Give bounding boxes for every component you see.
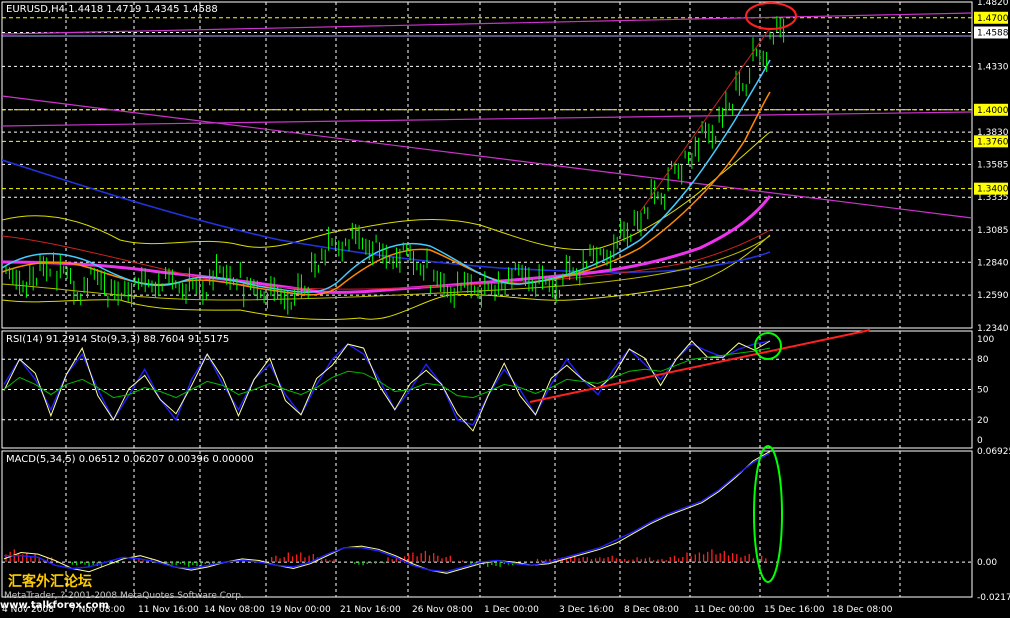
macd-panel-frame: [1, 450, 973, 598]
price-grid: [2, 1, 972, 329]
time-tick-label: 18 Dec 08:00: [832, 605, 893, 615]
rsi-peak-circle: [754, 332, 782, 360]
macd-line: [3, 451, 771, 574]
time-tick-label: 8 Dec 08:00: [624, 605, 679, 615]
price-tick-label: 1.4820: [977, 0, 1009, 8]
current-price-label: 1.4588: [977, 28, 1009, 38]
oscillator-tick-label: 50: [977, 386, 989, 396]
price-tick-label: 1.2840: [977, 258, 1009, 268]
time-tick-label: 3 Dec 16:00: [559, 605, 614, 615]
price-tick-label: 1.3335: [977, 193, 1009, 203]
price-panel-title: EURUSD,H4 1.4418 1.4719 1.4345 1.4588: [6, 4, 218, 15]
oscillator-tick-label: 80: [977, 355, 989, 365]
price-tick-label: 1.2590: [977, 291, 1009, 301]
watermark-chinese: 汇客外汇论坛: [8, 573, 92, 590]
rsi-line: [3, 340, 771, 426]
rsi-support-trend-line: [529, 329, 871, 403]
price-level-lines: [2, 17, 972, 190]
macd-panel-title: MACD(5,34,5) 0.06512 0.06207 0.00396 0.0…: [6, 454, 254, 465]
price-tick-label: 1.4330: [977, 62, 1009, 72]
time-tick-label: 1 Dec 00:00: [484, 605, 539, 615]
price-y-axis: 1.48201.45881.43301.40001.38301.35851.33…: [974, 0, 1009, 334]
level-label: 1.3760: [977, 137, 1009, 147]
time-tick-label: 19 Nov 00:00: [270, 605, 331, 615]
time-tick-label: 14 Nov 08:00: [204, 605, 265, 615]
macd-tick-label: 0.06925: [977, 447, 1010, 457]
level-label: 1.4000: [977, 106, 1009, 116]
time-tick-label: 11 Dec 00:00: [694, 605, 755, 615]
macd-y-axis: 0.06925 0.00 -0.02175: [977, 447, 1010, 603]
macd-peak-ellipse: [753, 445, 783, 583]
time-tick-label: 26 Nov 08:00: [412, 605, 473, 615]
watermark-url: www.talkforex.com: [0, 600, 109, 611]
level-label: 1.4700: [977, 14, 1009, 24]
price-tick-label: 1.2340: [977, 324, 1009, 334]
chart-window: 1.48201.45881.43301.40001.38301.35851.33…: [0, 0, 1010, 618]
oscillator-y-axis: 100 80 50 20 0: [977, 335, 994, 446]
macd-tick-label: 0.00: [977, 558, 997, 568]
oscillator-tick-label: 100: [977, 335, 994, 345]
time-tick-label: 21 Nov 16:00: [340, 605, 401, 615]
trend-line-upper: [2, 12, 972, 35]
price-tick-label: 1.3585: [977, 160, 1009, 170]
macd-signal-line: [4, 452, 771, 573]
price-chart-svg: 1.48201.45881.43301.40001.38301.35851.33…: [0, 0, 1010, 615]
candle-series: [5, 16, 785, 315]
macd-tick-label: -0.02175: [977, 593, 1010, 603]
oscillator-panel-title: RSI(14) 91.2914 Sto(9,3,3) 88.7604 91.51…: [6, 334, 229, 345]
macd-grid: [2, 450, 972, 598]
peak-circle-red: [745, 2, 797, 30]
price-panel-frame: [1, 1, 973, 329]
time-tick-label: 11 Nov 16:00: [138, 605, 199, 615]
oscillator-tick-label: 20: [977, 416, 989, 426]
price-tick-label: 1.3085: [977, 226, 1009, 236]
time-tick-label: 15 Dec 16:00: [764, 605, 825, 615]
stochastic-signal-line: [3, 347, 771, 399]
time-x-axis: 4 Nov 2008 7 Nov 08:00 11 Nov 16:00 14 Nov …: [2, 605, 893, 615]
level-label: 1.3400: [977, 185, 1009, 195]
oscillator-tick-label: 0: [977, 436, 983, 446]
ma-magenta: [2, 195, 772, 294]
oscillator-grid: [2, 331, 972, 448]
